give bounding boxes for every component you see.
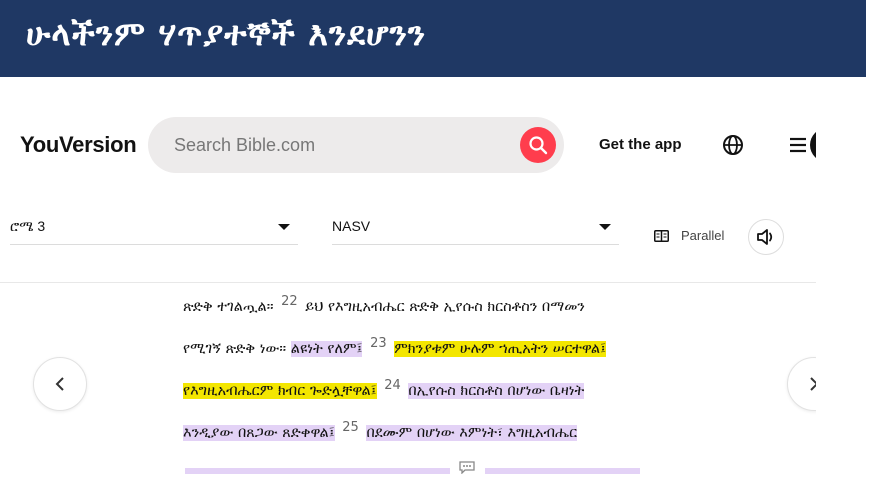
verse-text[interactable]: ጽድቅ ተገልጧል። [183, 299, 274, 315]
note-icon[interactable] [458, 460, 476, 474]
bible-app-screenshot: YouVersion Search Bible.com Get the app … [0, 77, 816, 481]
highlighted-verse-text[interactable]: ምክንያቱም ሁሉም ኀጢአትን ሠርተዋል፤ [394, 341, 607, 357]
highlighted-verse-text[interactable]: ልዩነት የለም፤ [290, 341, 363, 357]
book-chapter-selector[interactable]: ሮሜ 3 [10, 216, 298, 245]
globe-icon[interactable] [722, 134, 744, 156]
speaker-icon [757, 229, 773, 245]
next-chapter-button[interactable] [787, 357, 816, 411]
verse-text[interactable]: ይህ የእግዚአብሔር ጽድቅ ኢየሱስ ክርስቶስን በማመን [305, 299, 585, 315]
chevron-right-icon [810, 377, 816, 391]
menu-icon[interactable] [788, 135, 808, 155]
verse-line: እንዲያው በጸጋው ጸድቀዋል፤ 25 በደሙም በሆነው እምነት፣ እግዚ… [183, 420, 578, 445]
get-app-link[interactable]: Get the app [599, 136, 682, 153]
chevron-down-icon [278, 224, 290, 230]
verse-line: የሚገኝ ጽድቅ ነው። ልዩነት የለም፤ 23 ምክንያቱም ሁሉም ኀጢአ… [183, 336, 607, 361]
highlighted-verse-text[interactable]: እንዲያው በጸጋው ጸድቀዋል፤ [183, 425, 335, 441]
avatar[interactable] [810, 128, 816, 162]
previous-chapter-button[interactable] [33, 357, 87, 411]
parallel-label: Parallel [681, 228, 725, 243]
verse-number: 25 [342, 420, 359, 436]
verse-line: ጽድቅ ተገልጧል። 22 ይህ የእግዚአብሔር ጽድቅ ኢየሱስ ክርስቶስ… [183, 295, 585, 319]
banner-title: ሁላችንም ሃጥያተኞች እንደሆንን [26, 14, 427, 53]
parallel-book-icon [654, 229, 669, 242]
highlight-continuation [485, 468, 640, 474]
search-bar[interactable]: Search Bible.com [148, 117, 564, 173]
verse-number: 24 [384, 378, 401, 394]
highlight-continuation [185, 468, 450, 474]
version-selector[interactable]: NASV [332, 216, 619, 245]
toolbar-divider [0, 282, 816, 283]
version-label: NASV [332, 218, 371, 234]
chevron-left-icon [55, 377, 64, 391]
book-chapter-label: ሮሜ 3 [10, 218, 46, 234]
parallel-button[interactable]: Parallel [654, 228, 724, 243]
verse-line: የእግዚአብሔርም ክብር ጐድሏቸዋል፤ 24 በኢየሱስ ክርስቶስ በሆነ… [183, 378, 585, 403]
youversion-logo[interactable]: YouVersion [20, 132, 137, 158]
title-banner: ሁላችንም ሃጥያተኞች እንደሆንን [0, 0, 866, 77]
verse-number: 23 [370, 336, 387, 352]
highlighted-verse-text[interactable]: በኢየሱስ ክርስቶስ በሆነው ቤዛነት [408, 383, 585, 399]
search-button[interactable] [520, 127, 556, 163]
search-icon [529, 136, 548, 155]
verse-number: 22 [281, 294, 298, 310]
chevron-down-icon [599, 224, 611, 230]
highlighted-verse-text[interactable]: የእግዚአብሔርም ክብር ጐድሏቸዋል፤ [183, 383, 377, 399]
highlighted-verse-text[interactable]: በደሙም በሆነው እምነት፣ እግዚአብሔር [366, 425, 578, 441]
verse-text[interactable]: የሚገኝ ጽድቅ ነው። [183, 341, 286, 357]
audio-button[interactable] [748, 219, 784, 255]
search-input[interactable]: Search Bible.com [174, 135, 315, 156]
